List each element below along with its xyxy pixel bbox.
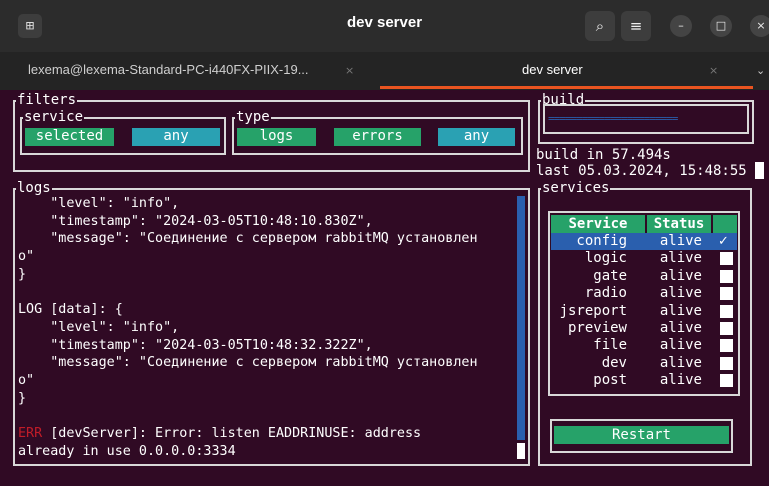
tab-close-icon[interactable]: × [345,52,354,90]
service-name[interactable]: dev [551,355,627,373]
service-status: alive [659,233,702,249]
log-line: already in use 0.0.0.0:3334 [18,443,236,461]
service-checkbox[interactable] [720,287,733,301]
filter-service-any[interactable]: any [132,128,220,146]
log-text: о" [18,373,35,388]
tab-close-icon[interactable]: × [709,52,718,90]
log-text: } [18,266,27,282]
minimize-icon[interactable]: – [670,15,692,37]
service-status: alive [659,372,702,389]
restart-button[interactable]: Restart [554,426,729,444]
service-checkbox-checked[interactable]: ✓ [718,233,729,251]
log-line: } [18,390,26,408]
service-name[interactable]: jsreport [551,303,627,321]
log-line: "level": "info", [18,319,179,337]
log-line: "timestamp": "2024-03-05T10:48:10.830Z", [18,213,373,231]
filters-title: filters [16,91,78,109]
log-text: LOG [data]: { [18,302,123,318]
terminal-cursor [755,162,764,179]
search-icon[interactable]: ⌕ [585,11,615,41]
build-last-time: last 05.03.2024, 15:48:55 [536,163,747,179]
title-bar: ⊞ dev server ⌕ ≡ – □ × [0,0,769,52]
column-header-check [713,215,737,233]
logs-scrollbar[interactable] [517,196,525,440]
service-status: alive [659,354,702,371]
log-line: "timestamp": "2024-03-05T10:48:32.322Z", [18,337,373,355]
window-title: dev server [346,14,423,31]
service-checkbox[interactable] [720,304,733,318]
logs-scroll-end[interactable] [517,443,525,459]
filter-type-logs[interactable]: logs [237,128,316,146]
service-name[interactable]: gate [551,268,627,286]
tab-dev-server[interactable]: dev server [522,52,583,90]
new-tab-icon[interactable]: ⊞ [18,14,42,38]
type-filter-title: type [235,108,271,126]
service-status: alive [659,302,702,319]
log-text: already in use 0.0.0.0:3334 [18,443,236,459]
log-text: "message": "Соединение с сервером rabbit… [18,231,478,247]
service-status: alive [659,250,702,267]
log-line: "level": "info", [18,195,179,213]
column-header-status[interactable]: Status [647,215,711,233]
service-checkbox[interactable] [720,269,733,283]
service-status: alive [659,267,702,284]
log-line: о" [18,372,34,390]
tab-list-chevron-icon[interactable]: ⌄ [756,64,765,77]
log-line: } [18,266,26,284]
log-line: "message": "Соединение с сервером rabbit… [18,230,478,248]
tab-bar: lexema@lexema-Standard-PC-i440FX-PIIX-19… [0,52,769,90]
log-line: ERR [devServer]: Error: listen EADDRINUS… [18,425,421,443]
service-name[interactable]: logic [551,250,627,268]
service-status: alive [659,337,702,354]
error-tag: ERR [18,426,43,442]
tab-terminal[interactable]: lexema@lexema-Standard-PC-i440FX-PIIX-19… [28,52,309,90]
log-line: о" [18,248,34,266]
service-status: alive [659,285,702,302]
close-icon[interactable]: × [750,15,769,37]
service-name[interactable]: config [551,233,627,251]
services-title: services [541,179,611,197]
service-status: alive [659,320,702,336]
column-header-service[interactable]: Service [551,215,645,233]
log-text: } [18,390,27,406]
filter-type-errors[interactable]: errors [334,128,421,146]
service-name[interactable]: post [551,372,627,390]
log-text: о" [18,249,35,265]
service-checkbox[interactable] [720,322,733,335]
log-text: "message": "Соединение с сервером rabbit… [18,355,478,371]
filter-service-selected[interactable]: selected [25,128,114,146]
build-progress-text: ======================= [548,112,678,125]
service-name[interactable]: file [551,337,627,355]
service-checkbox[interactable] [720,374,733,388]
log-text: "timestamp": "2024-03-05T10:48:10.830Z", [18,213,373,229]
log-text: "level": "info", [18,319,180,335]
log-text: "timestamp": "2024-03-05T10:48:32.322Z", [18,337,373,353]
active-tab-indicator [380,86,753,89]
maximize-icon[interactable]: □ [710,15,732,37]
service-checkbox[interactable] [720,252,733,266]
service-checkbox[interactable] [720,339,733,353]
service-name[interactable]: radio [551,285,627,303]
log-text: [devServer]: Error: listen EADDRINUSE: a… [42,426,422,442]
service-filter-title: service [23,108,85,126]
log-text: "level": "info", [18,196,180,211]
menu-icon[interactable]: ≡ [621,11,651,41]
service-name[interactable]: preview [551,320,627,338]
service-checkbox[interactable] [720,356,733,370]
log-line: "message": "Соединение с сервером rabbit… [18,354,478,372]
filter-type-any[interactable]: any [438,128,515,146]
log-line: LOG [data]: { [18,301,123,319]
